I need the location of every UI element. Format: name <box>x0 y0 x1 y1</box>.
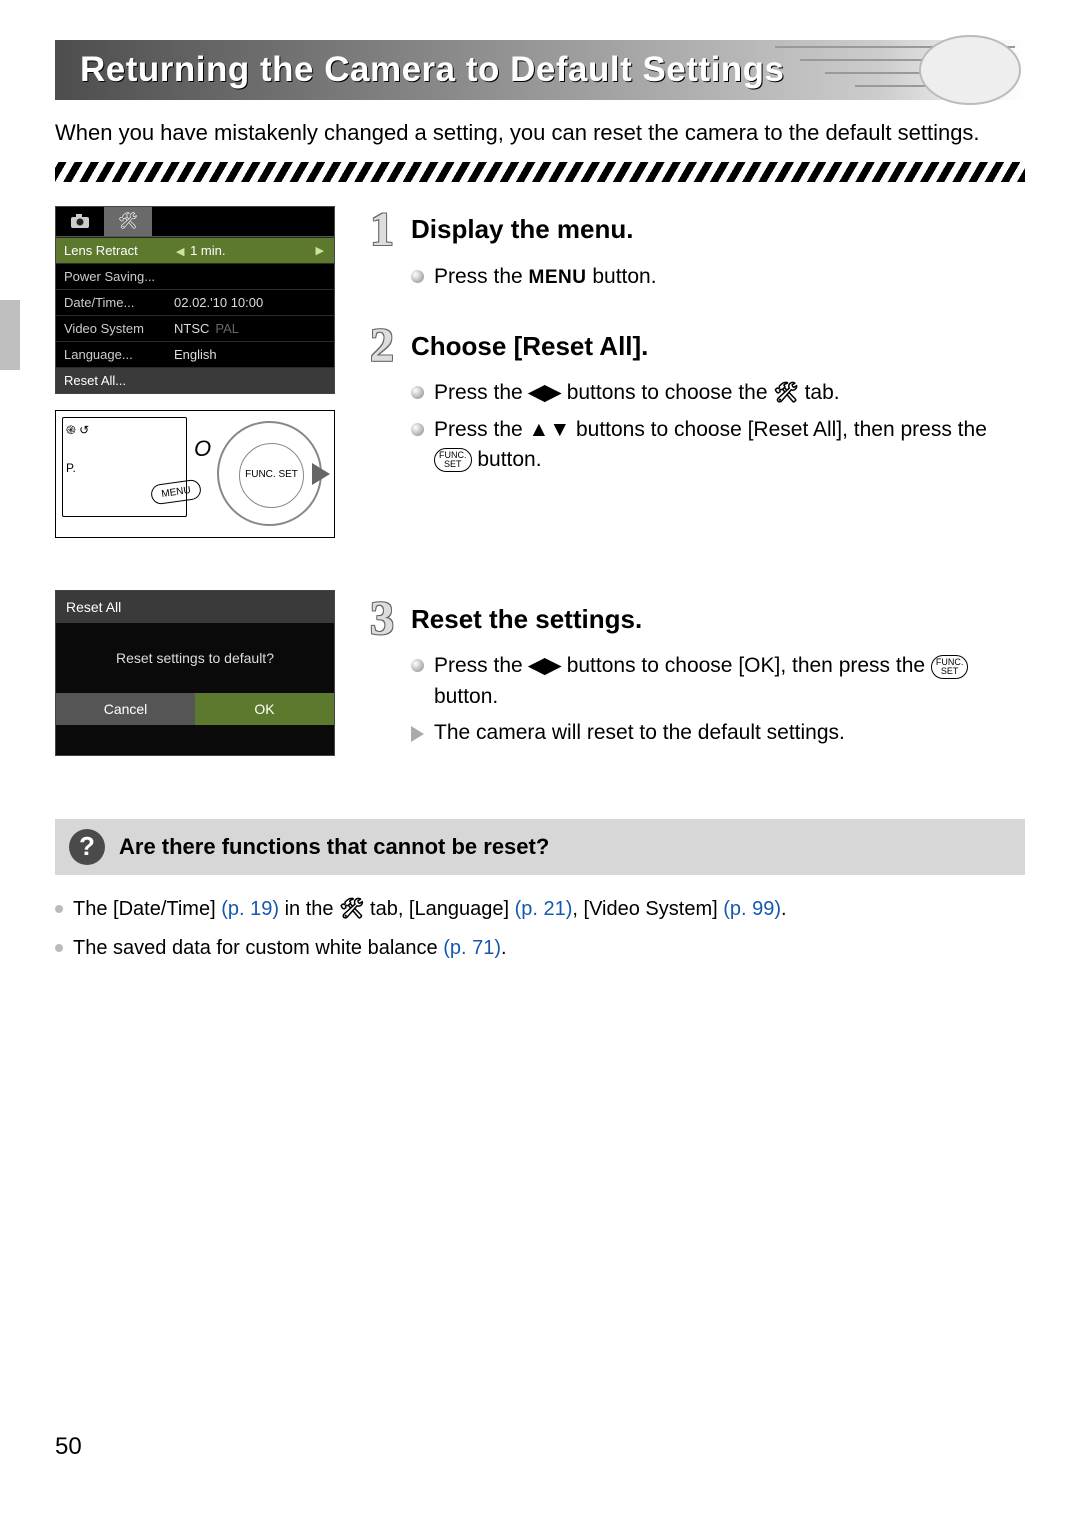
dialog-message: Reset settings to default? <box>56 623 334 693</box>
tools-icon: 🛠 <box>339 895 364 924</box>
bullet-icon <box>411 423 424 436</box>
intro-text: When you have mistakenly changed a setti… <box>55 118 1025 148</box>
bullet-icon <box>411 386 424 399</box>
question-icon: ? <box>69 829 105 865</box>
camera-back-illustration: ֎ ↺ P. O MENU FUNC. SET <box>55 410 335 538</box>
note-item: The [Date/Time] (p. 19) in the 🛠 tab, [L… <box>55 895 1025 924</box>
title-decoration-icon <box>765 32 1025 107</box>
bullet-icon <box>55 944 63 952</box>
step-title: Choose [Reset All]. <box>411 331 648 362</box>
step: 1 Display the menu. Press the MENU button. <box>363 206 1025 292</box>
menu-row: Date/Time...02.02.'10 10:00 <box>56 289 334 315</box>
bullet-icon <box>411 270 424 283</box>
notes-list: The [Date/Time] (p. 19) in the 🛠 tab, [L… <box>55 895 1025 963</box>
page-title: Returning the Camera to Default Settings <box>55 50 785 90</box>
camera-tab-icon <box>56 207 104 236</box>
dialog-cancel-button: Cancel <box>56 693 195 725</box>
hatch-divider <box>55 162 1025 182</box>
dialog-ok-button: OK <box>195 693 334 725</box>
side-tab <box>0 300 20 370</box>
step-number: 2 <box>363 322 401 370</box>
page-title-bar: Returning the Camera to Default Settings <box>55 40 1025 100</box>
page-ref-link[interactable]: (p. 99) <box>723 898 781 920</box>
dialog-title: Reset All <box>56 591 334 623</box>
page-ref-link[interactable]: (p. 71) <box>443 937 501 959</box>
reset-all-dialog-screenshot: Reset All Reset settings to default? Can… <box>55 590 335 756</box>
menu-row: Lens Retract◀ 1 min.▶ <box>56 237 334 263</box>
arrow-right-icon <box>312 463 330 485</box>
bullet-icon <box>55 905 63 913</box>
step-bullet: The camera will reset to the default set… <box>411 718 1025 748</box>
question-box: ? Are there functions that cannot be res… <box>55 819 1025 875</box>
step: 3 Reset the settings. Press the ◀▶ buttons… <box>363 595 1025 748</box>
camera-menu-screenshot: 🛠 Lens Retract◀ 1 min.▶Power Saving...Da… <box>55 206 335 394</box>
menu-row: Power Saving... <box>56 263 334 289</box>
func-set-button-icon: FUNC. SET <box>239 443 304 508</box>
menu-row: Video SystemNTSCPAL <box>56 315 334 341</box>
note-item: The saved data for custom white balance … <box>55 934 1025 963</box>
tools-tab-icon: 🛠 <box>104 207 152 236</box>
menu-row: Language...English <box>56 341 334 367</box>
step: 2 Choose [Reset All]. Press the ◀▶ buttons… <box>363 322 1025 475</box>
result-arrow-icon <box>411 726 424 742</box>
page-ref-link[interactable]: (p. 21) <box>515 898 573 920</box>
page-ref-link[interactable]: (p. 19) <box>221 898 279 920</box>
step-number: 3 <box>363 595 401 643</box>
step-bullet: Press the MENU button. <box>411 262 1025 292</box>
power-indicator: ֎ ↺ <box>66 421 89 438</box>
step-bullet: Press the ◀▶ buttons to choose [OK], the… <box>411 651 1025 712</box>
step-bullet: Press the ◀▶ buttons to choose the 🛠 tab… <box>411 378 1025 408</box>
page-number: 50 <box>55 1433 82 1461</box>
question-title: Are there functions that cannot be reset… <box>119 834 549 860</box>
menu-row: Reset All... <box>56 367 334 393</box>
step-number: 1 <box>363 206 401 254</box>
func-set-icon: FUNC.SET <box>931 655 969 679</box>
bullet-icon <box>411 659 424 672</box>
step-title: Reset the settings. <box>411 604 642 635</box>
func-set-icon: FUNC.SET <box>434 448 472 472</box>
step-title: Display the menu. <box>411 214 634 245</box>
step-bullet: Press the ▲▼ buttons to choose [Reset Al… <box>411 415 1025 476</box>
tools-icon: 🛠 <box>773 379 798 408</box>
